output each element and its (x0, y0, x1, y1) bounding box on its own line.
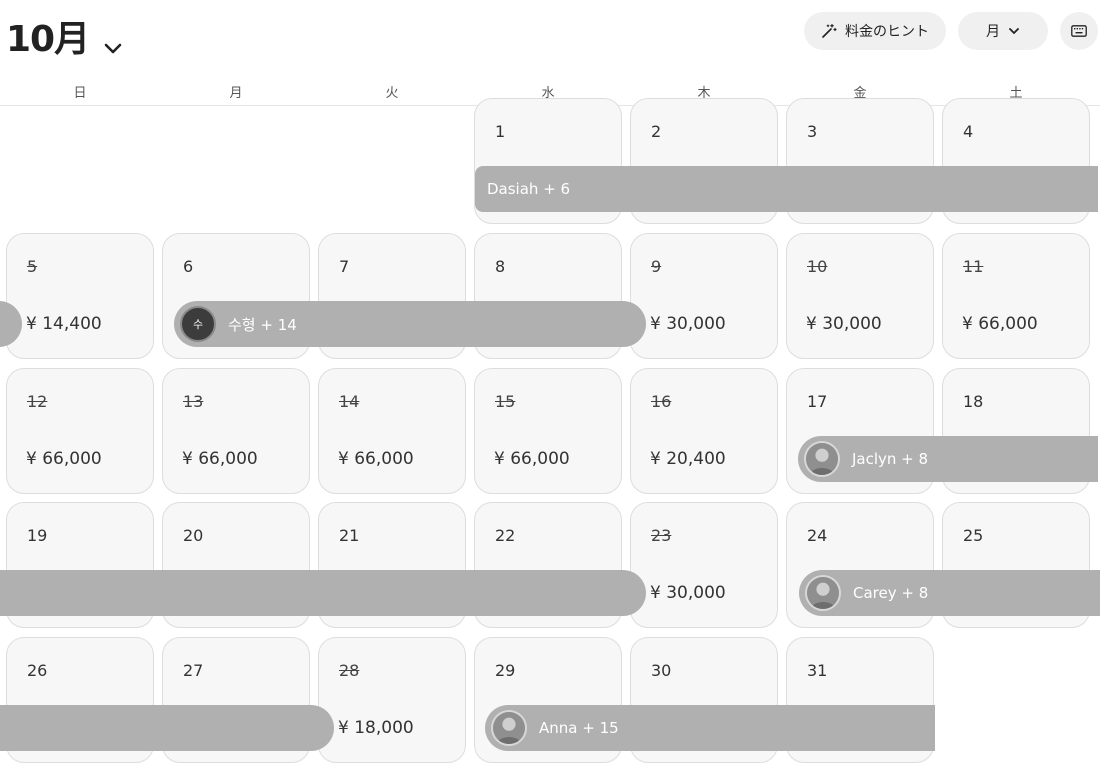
magic-wand-icon (821, 23, 837, 39)
day-number: 31 (807, 661, 828, 680)
reservation-bar[interactable]: 수 수형 + 14 (174, 301, 646, 347)
day-number: 28 (339, 661, 360, 680)
day-number: 24 (807, 526, 828, 545)
day-number: 14 (339, 392, 360, 411)
nightly-price: ¥ 66,000 (26, 449, 102, 469)
day-number: 16 (651, 392, 672, 411)
day-number: 5 (27, 257, 38, 276)
guest-name: 수형 + 14 (228, 315, 297, 334)
day-number: 10 (807, 257, 828, 276)
reservation-bar[interactable]: Anna + 15 (485, 705, 935, 751)
day-number: 11 (963, 257, 984, 276)
calendar-day-cell[interactable]: 10 ¥ 30,000 (786, 233, 934, 359)
nightly-price: ¥ 66,000 (338, 449, 414, 469)
guest-avatar (491, 710, 527, 746)
month-label: 10月 (6, 19, 90, 60)
nightly-price: ¥ 18,000 (338, 718, 414, 738)
keyboard-icon (1071, 25, 1087, 37)
calendar-day-cell[interactable]: 23 ¥ 30,000 (630, 502, 778, 628)
day-number: 22 (495, 526, 516, 545)
reservation-bar[interactable] (0, 705, 334, 751)
day-number: 15 (495, 392, 516, 411)
day-number: 9 (651, 257, 662, 276)
nightly-price: ¥ 30,000 (650, 314, 726, 334)
day-number: 26 (27, 661, 48, 680)
calendar-day-cell[interactable]: 16 ¥ 20,400 (630, 368, 778, 494)
day-number: 19 (27, 526, 48, 545)
day-number: 17 (807, 392, 828, 411)
day-number: 7 (339, 257, 350, 276)
day-number: 8 (495, 257, 506, 276)
weekday-sun: 日 (73, 86, 87, 101)
weekday-mon: 月 (229, 86, 243, 101)
day-number: 30 (651, 661, 672, 680)
guest-avatar (805, 575, 841, 611)
view-selector-button[interactable]: 月 (958, 12, 1048, 50)
day-number: 3 (807, 122, 818, 141)
weekday-tue: 火 (385, 86, 399, 101)
day-number: 4 (963, 122, 974, 141)
pricing-hint-label: 料金のヒント (845, 24, 929, 40)
day-number: 25 (963, 526, 984, 545)
calendar-day-cell[interactable]: 9 ¥ 30,000 (630, 233, 778, 359)
guest-avatar: 수 (180, 306, 216, 342)
guest-name: Jaclyn + 8 (852, 450, 929, 468)
nightly-price: ¥ 30,000 (806, 314, 882, 334)
calendar-day-cell[interactable]: 15 ¥ 66,000 (474, 368, 622, 494)
calendar-day-cell[interactable]: 11 ¥ 66,000 (942, 233, 1090, 359)
nightly-price: ¥ 20,400 (650, 449, 726, 469)
day-number: 23 (651, 526, 672, 545)
day-number: 29 (495, 661, 516, 680)
day-number: 20 (183, 526, 204, 545)
reservation-bar[interactable]: Jaclyn + 8 (798, 436, 1098, 482)
calendar-day-cell[interactable]: 28 ¥ 18,000 (318, 637, 466, 763)
month-selector[interactable]: 10月 (6, 10, 123, 62)
view-label: 月 (986, 24, 1000, 40)
guest-name: Anna + 15 (539, 719, 619, 737)
day-number: 18 (963, 392, 984, 411)
calendar-day-cell[interactable]: 14 ¥ 66,000 (318, 368, 466, 494)
keyboard-shortcuts-button[interactable] (1060, 12, 1098, 50)
calendar-header: 10月 料金のヒント 月 (0, 0, 1100, 64)
nightly-price: ¥ 66,000 (494, 449, 570, 469)
reservation-bar[interactable] (0, 570, 646, 616)
calendar-day-cell[interactable]: 12 ¥ 66,000 (6, 368, 154, 494)
nightly-price: ¥ 14,400 (26, 314, 102, 334)
calendar-day-cell[interactable]: 5 ¥ 14,400 (6, 233, 154, 359)
chevron-down-icon (103, 26, 123, 54)
calendar-day-cell[interactable]: 13 ¥ 66,000 (162, 368, 310, 494)
nightly-price: ¥ 66,000 (962, 314, 1038, 334)
day-number: 1 (495, 122, 506, 141)
nightly-price: ¥ 66,000 (182, 449, 258, 469)
nightly-price: ¥ 30,000 (650, 583, 726, 603)
day-number: 12 (27, 392, 48, 411)
day-number: 27 (183, 661, 204, 680)
guest-name: Carey + 8 (853, 584, 929, 602)
guest-avatar (804, 441, 840, 477)
day-number: 2 (651, 122, 662, 141)
guest-name: Dasiah + 6 (487, 180, 571, 198)
chevron-down-icon (1008, 25, 1020, 37)
pricing-hint-button[interactable]: 料金のヒント (804, 12, 946, 50)
reservation-bar[interactable]: Dasiah + 6 (475, 166, 1098, 212)
reservation-bar[interactable]: Carey + 8 (799, 570, 1100, 616)
day-number: 21 (339, 526, 360, 545)
day-number: 13 (183, 392, 204, 411)
day-number: 6 (183, 257, 194, 276)
